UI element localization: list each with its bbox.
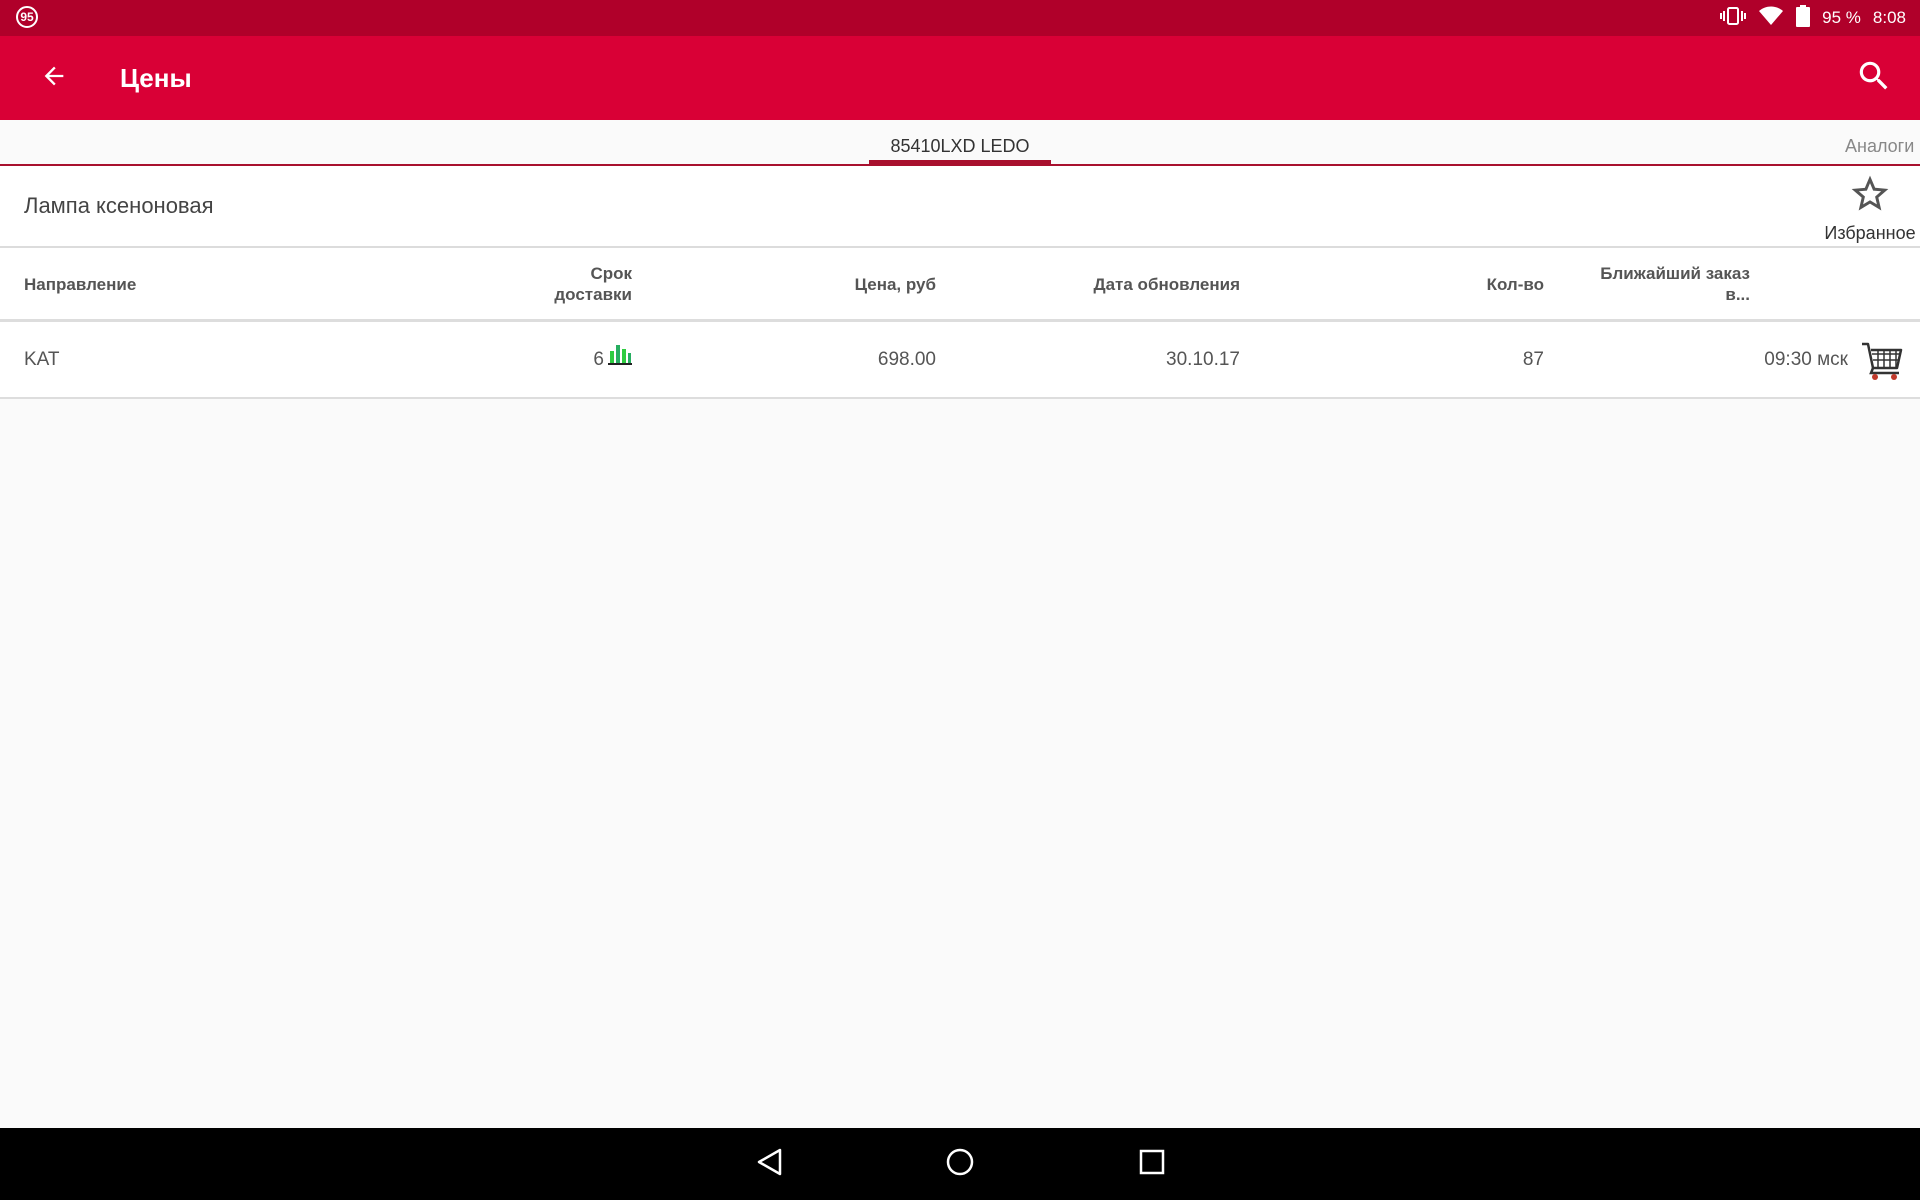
search-icon [1855, 57, 1893, 100]
nav-recent-icon [1138, 1148, 1166, 1181]
wifi-icon [1758, 6, 1784, 31]
arrow-back-icon [40, 62, 68, 95]
nav-back-button[interactable] [746, 1140, 794, 1188]
cell-nearest-order: 09:30 мск [1764, 349, 1848, 370]
product-header: Лампа ксеноновая Избранное [0, 166, 1920, 248]
bar-chart-icon[interactable] [608, 322, 632, 397]
status-indicators: 95 % 8:08 [1720, 0, 1906, 36]
nav-home-button[interactable] [936, 1140, 984, 1188]
back-button[interactable] [30, 54, 78, 102]
nav-home-icon [945, 1147, 975, 1182]
add-to-cart-button[interactable] [1860, 338, 1904, 382]
cart-icon [1860, 342, 1904, 387]
tab-part-number[interactable]: 85410LXD LEDO [869, 120, 1051, 164]
delivery-days: 6 [593, 349, 604, 370]
cell-update-date: 30.10.17 [1166, 349, 1240, 370]
cell-price: 698.00 [877, 349, 936, 370]
battery-icon [1796, 4, 1811, 32]
column-header-qty: Кол-во [1486, 274, 1544, 294]
cell-direction: KAT [24, 349, 60, 370]
column-header-nearest-order: Ближайший заказ в... [1600, 264, 1750, 304]
star-icon [1848, 175, 1892, 220]
vibrate-icon [1720, 6, 1747, 31]
app-bar: Цены [0, 36, 1920, 120]
table-header: Направление Срок доставки Цена, руб Дата… [0, 248, 1920, 322]
clock: 8:08 [1872, 8, 1906, 27]
cell-delivery: 6 [540, 322, 632, 397]
nav-recent-button[interactable] [1128, 1140, 1176, 1188]
favorite-button[interactable]: Избранное [1822, 172, 1918, 244]
page-title: Цены [120, 63, 192, 93]
column-header-price: Цена, руб [854, 274, 936, 294]
notification-badge-icon: 95 [16, 6, 38, 28]
system-nav-bar [0, 1128, 1920, 1200]
status-bar: 95 95 % 8:08 [0, 0, 1920, 36]
product-name: Лампа ксеноновая [24, 193, 214, 218]
tab-analogs[interactable]: Аналоги [1845, 120, 1914, 164]
nav-back-icon [755, 1147, 785, 1182]
favorite-label: Избранное [1824, 223, 1916, 243]
cell-qty: 87 [1522, 349, 1544, 370]
table-row[interactable]: KAT 6 698.00 30.10.17 87 09:30 мск [0, 322, 1920, 399]
battery-percent: 95 % [1822, 8, 1861, 27]
column-header-delivery: Срок доставки [554, 264, 632, 304]
tab-bar: 85410LXD LEDO Аналоги [0, 120, 1920, 166]
column-header-date: Дата обновления [1093, 274, 1240, 294]
column-header-direction: Направление [24, 274, 137, 294]
search-button[interactable] [1850, 54, 1898, 102]
